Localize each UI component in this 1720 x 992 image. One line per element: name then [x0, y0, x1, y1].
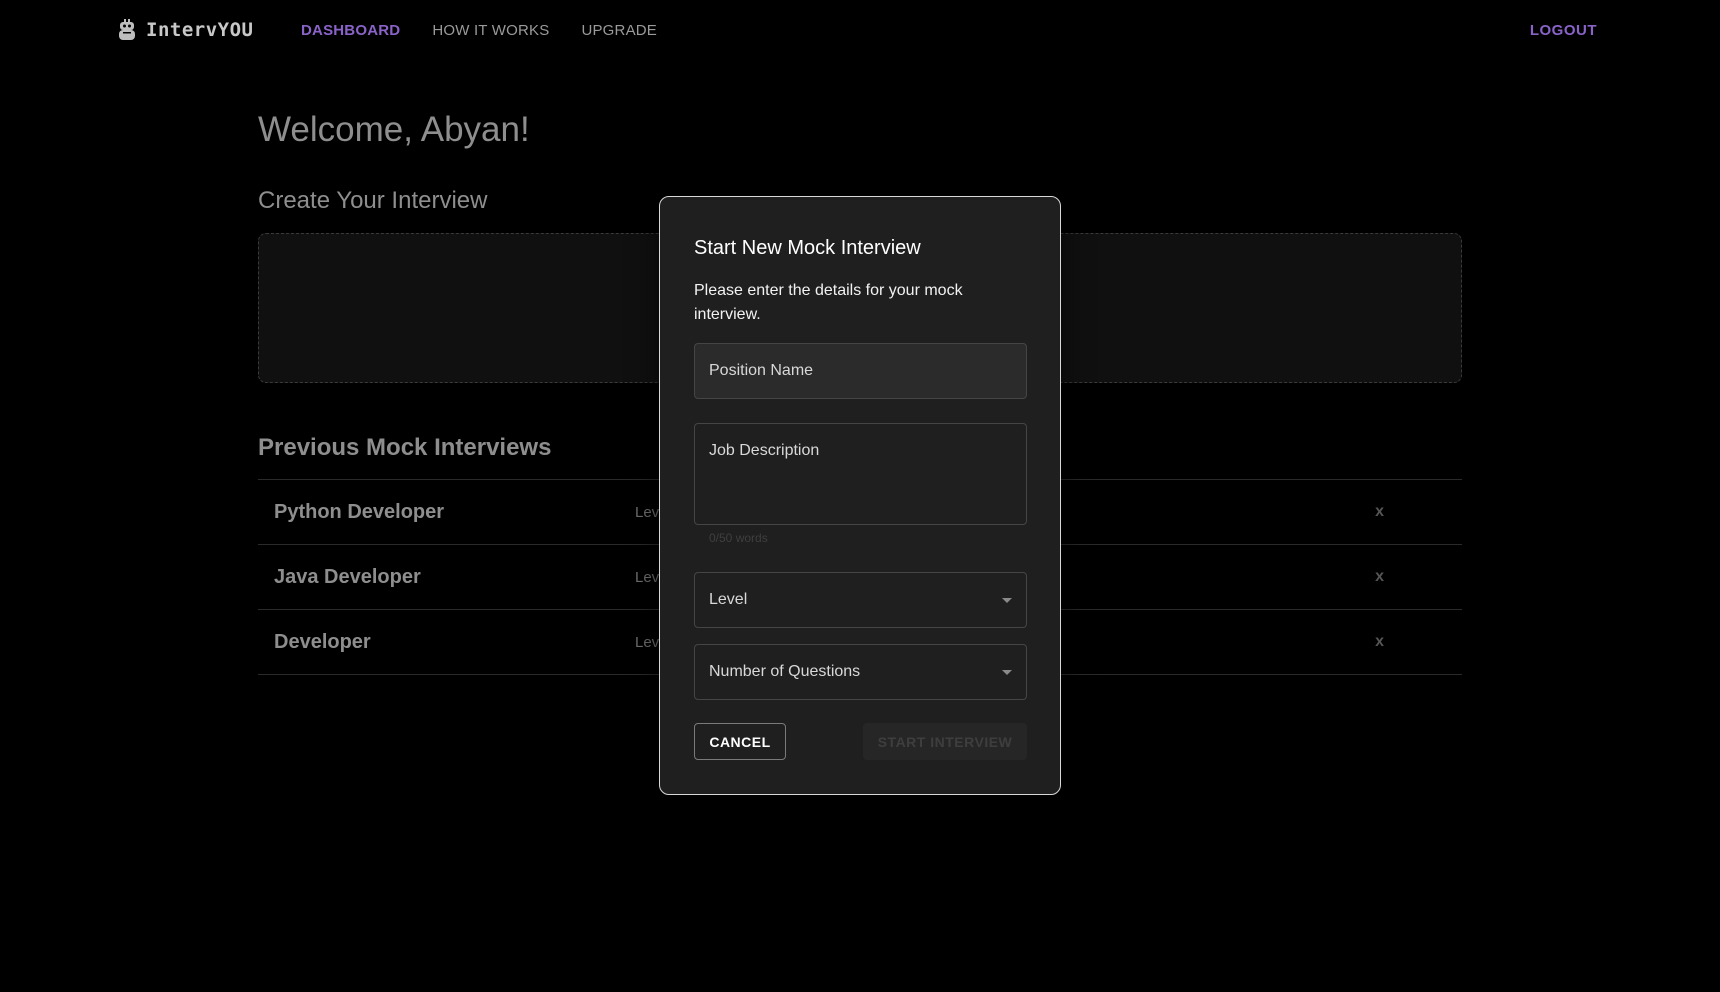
caret-down-icon: [1002, 670, 1012, 675]
job-description-label: Job Description: [709, 442, 820, 459]
job-description-textarea[interactable]: Job Description: [694, 423, 1027, 525]
position-name-label: Position Name: [709, 362, 814, 379]
interview-title: Developer: [274, 630, 371, 653]
create-interview-heading: Create Your Interview: [258, 187, 488, 214]
delete-interview-button[interactable]: x: [1375, 503, 1384, 521]
start-interview-button[interactable]: START INTERVIEW: [863, 723, 1027, 760]
dialog-title: Start New Mock Interview: [694, 237, 921, 259]
brand[interactable]: IntervYOU: [118, 18, 253, 42]
interview-level: Lev: [635, 503, 660, 521]
word-count-helper: 0/50 words: [709, 531, 768, 545]
interview-level: Lev: [635, 568, 660, 586]
level-label: Level: [709, 591, 748, 608]
delete-interview-button[interactable]: x: [1375, 633, 1384, 651]
logout-link[interactable]: LOGOUT: [1530, 22, 1597, 39]
nav-link-dashboard[interactable]: DASHBOARD: [301, 22, 400, 39]
nav-link-upgrade[interactable]: UPGRADE: [581, 22, 657, 39]
interview-title: Java Developer: [274, 565, 421, 588]
robot-icon: [119, 19, 135, 40]
brand-name: IntervYOU: [146, 19, 254, 41]
number-of-questions-select[interactable]: Number of Questions: [694, 644, 1027, 700]
previous-interviews-heading: Previous Mock Interviews: [258, 434, 552, 461]
dialog-description: Please enter the details for your mock i…: [694, 282, 963, 323]
number-of-questions-label: Number of Questions: [709, 663, 861, 680]
nav-link-how-it-works[interactable]: HOW IT WORKS: [432, 22, 549, 39]
nav-links: DASHBOARD HOW IT WORKS UPGRADE: [301, 22, 657, 39]
delete-interview-button[interactable]: x: [1375, 568, 1384, 586]
position-name-input[interactable]: Position Name: [694, 343, 1027, 399]
new-interview-dialog: Start New Mock Interview Please enter th…: [659, 196, 1061, 795]
top-nav: IntervYOU DASHBOARD HOW IT WORKS UPGRADE…: [0, 0, 1720, 62]
level-select[interactable]: Level: [694, 572, 1027, 628]
page: IntervYOU DASHBOARD HOW IT WORKS UPGRADE…: [0, 0, 1720, 992]
welcome-heading: Welcome, Abyan!: [258, 110, 530, 149]
cancel-button[interactable]: CANCEL: [694, 723, 786, 760]
interview-level: Lev: [635, 633, 660, 651]
interview-title: Python Developer: [274, 500, 445, 523]
caret-down-icon: [1002, 598, 1012, 603]
